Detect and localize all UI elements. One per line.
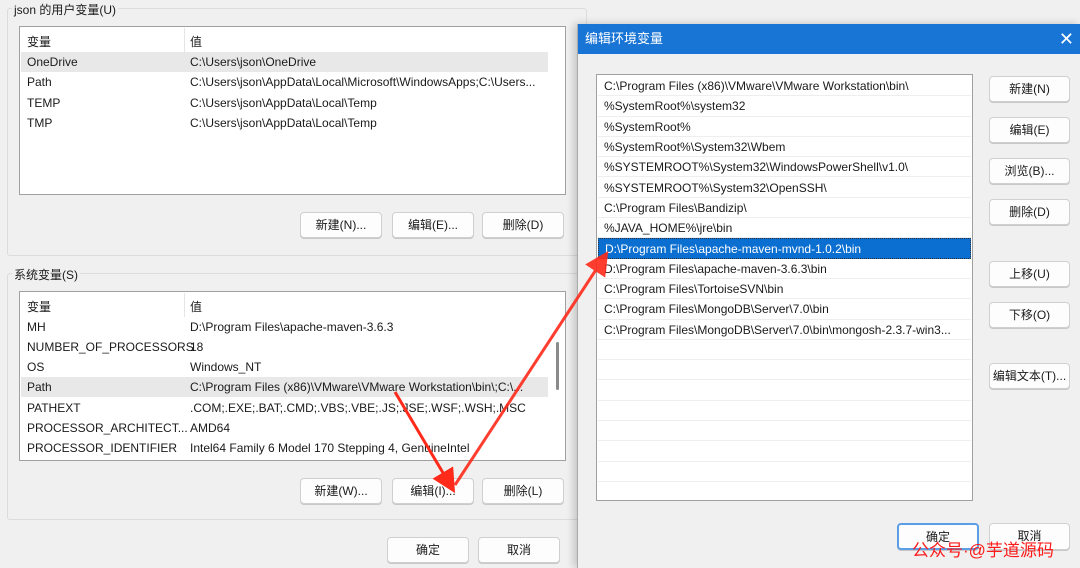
annotation-arrows: [393, 250, 609, 494]
watermark: 公众号·@芋道源码: [912, 541, 1054, 560]
arrow-to-path-entry: [453, 250, 609, 486]
arrow-to-edit-button: [393, 391, 456, 494]
